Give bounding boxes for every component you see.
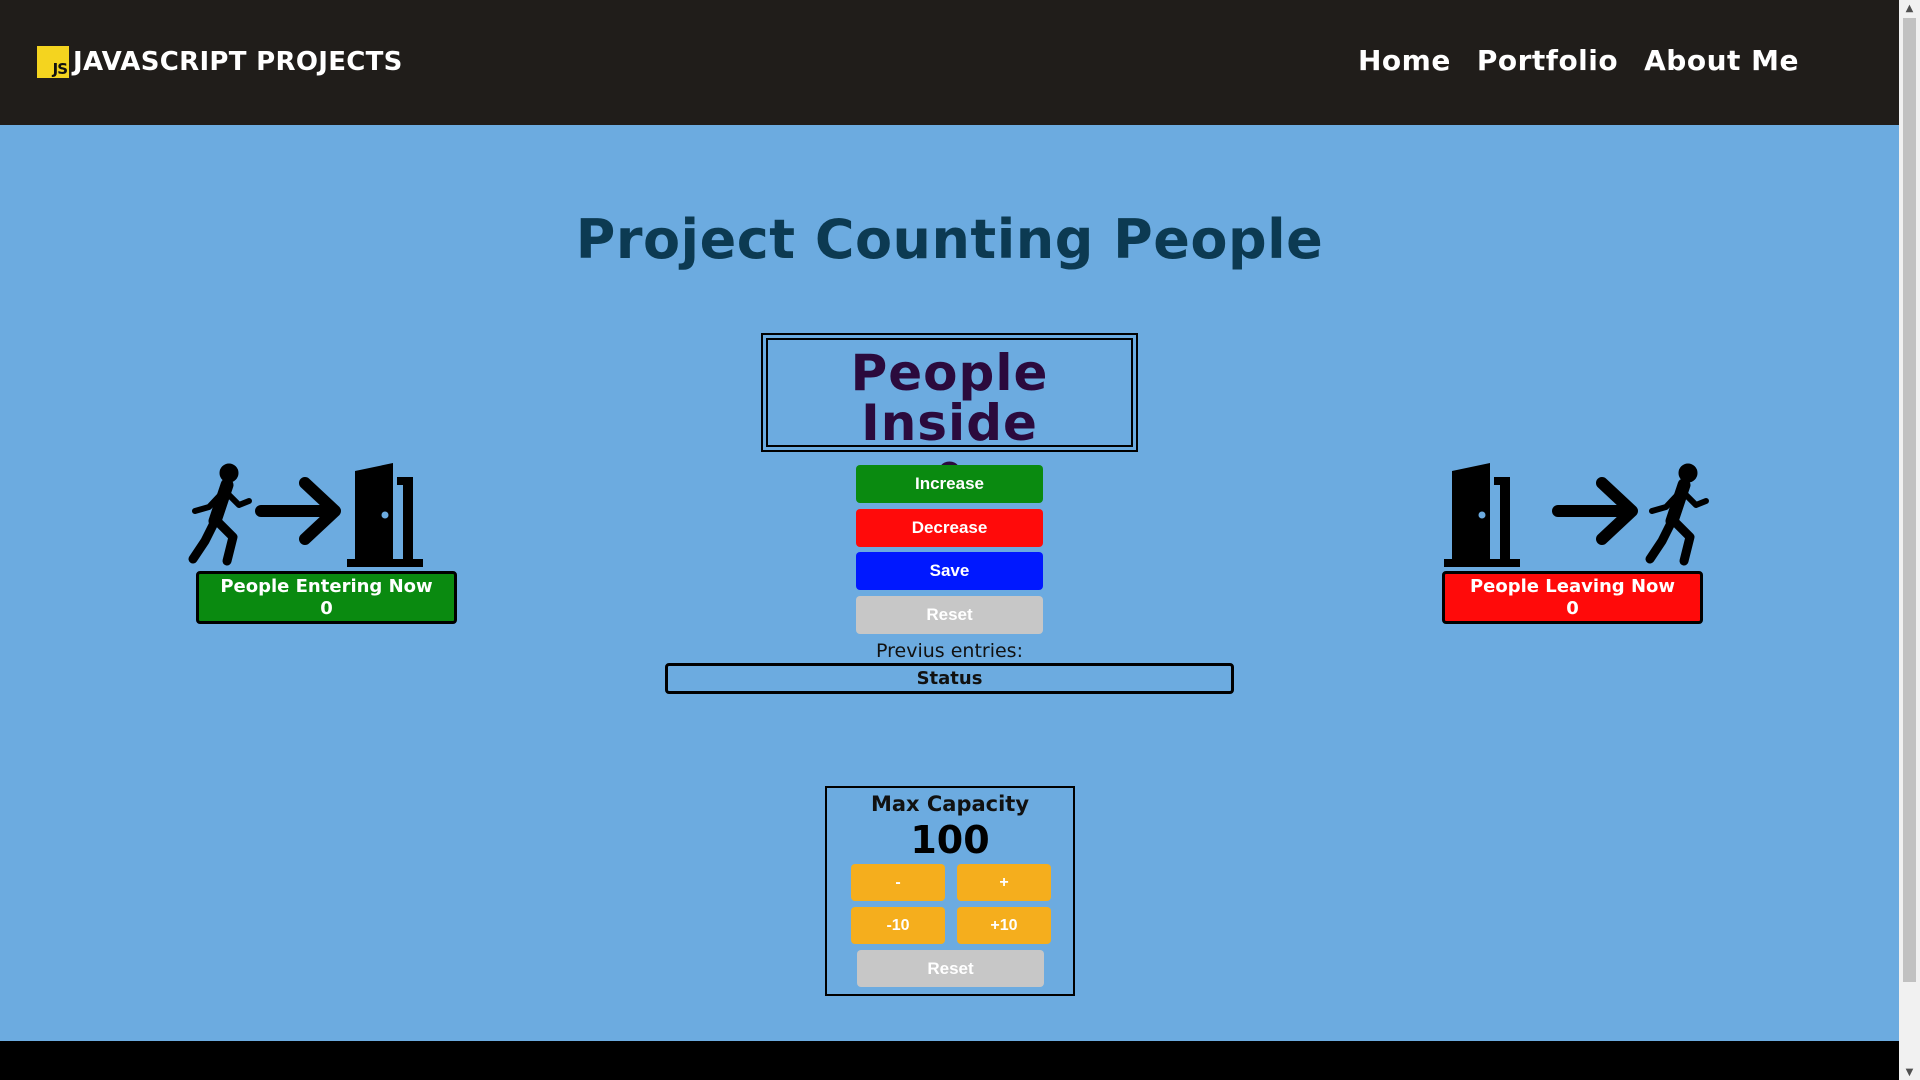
people-entering-badge: People Entering Now 0 <box>196 571 457 624</box>
people-inside-panel: People Inside 0 <box>761 333 1138 496</box>
people-leaving-label: People Leaving Now <box>1469 576 1676 597</box>
people-leaving-count: 0 <box>1566 598 1579 619</box>
scrollbar-thumb[interactable] <box>1903 18 1916 982</box>
person-entering-door-icon <box>188 463 423 567</box>
capacity-minus-button[interactable]: - <box>851 864 945 901</box>
people-leaving-badge: People Leaving Now 0 <box>1442 571 1703 624</box>
nav-about-link[interactable]: About Me <box>1644 44 1799 77</box>
site-footer <box>0 1041 1899 1080</box>
page: JS JAVASCRIPT PROJECTS Home Portfolio Ab… <box>0 0 1920 1080</box>
people-inside-inner: People Inside 0 <box>766 338 1133 496</box>
capacity-minus-10-button[interactable]: -10 <box>851 907 945 944</box>
people-inside-label: People Inside <box>850 344 1049 452</box>
js-logo-icon: JS <box>37 46 69 78</box>
vertical-scrollbar[interactable]: ▲ ▼ <box>1899 0 1920 1080</box>
previous-entries-label: Previus entries: <box>876 640 1023 662</box>
people-entering-count: 0 <box>320 598 333 619</box>
decrease-button[interactable]: Decrease <box>856 509 1043 547</box>
max-capacity-panel: Max Capacity 100 - + -10 +10 Reset <box>825 786 1075 996</box>
increase-button[interactable]: Increase <box>856 465 1043 503</box>
max-capacity-label: Max Capacity <box>870 792 1030 816</box>
nav-home-link[interactable]: Home <box>1358 44 1451 77</box>
capacity-plus-button[interactable]: + <box>957 864 1051 901</box>
brand-link[interactable]: JS JAVASCRIPT PROJECTS <box>37 46 403 78</box>
scroll-up-arrow-icon[interactable]: ▲ <box>1899 0 1920 16</box>
max-capacity-value: 100 <box>910 818 990 862</box>
nav-portfolio-link[interactable]: Portfolio <box>1477 44 1618 77</box>
reset-button[interactable]: Reset <box>856 596 1043 634</box>
capacity-reset-button[interactable]: Reset <box>857 950 1044 987</box>
status-box: Status <box>665 663 1234 694</box>
scroll-down-arrow-icon[interactable]: ▼ <box>1899 1064 1920 1080</box>
person-leaving-door-icon <box>1444 463 1709 567</box>
main-nav: Home Portfolio About Me <box>1358 44 1799 77</box>
capacity-plus-10-button[interactable]: +10 <box>957 907 1051 944</box>
page-title: Project Counting People <box>575 208 1324 271</box>
site-header: JS JAVASCRIPT PROJECTS Home Portfolio Ab… <box>0 0 1899 125</box>
js-logo-text: JS <box>52 60 68 78</box>
people-entering-label: People Entering Now <box>220 576 433 597</box>
brand-title: JAVASCRIPT PROJECTS <box>73 47 403 77</box>
save-button[interactable]: Save <box>856 552 1043 590</box>
